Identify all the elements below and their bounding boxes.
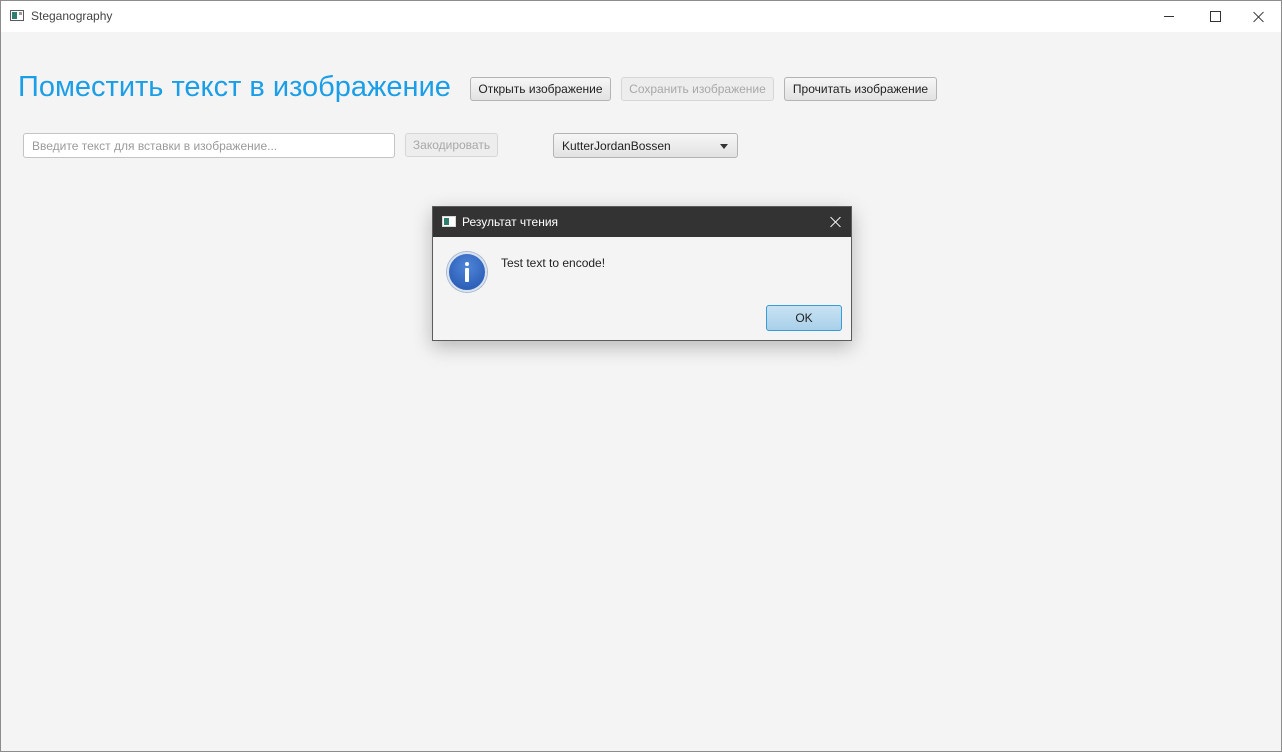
info-icon <box>447 252 487 292</box>
minimize-button[interactable] <box>1146 1 1192 32</box>
dialog-app-icon <box>442 216 456 227</box>
chevron-down-icon <box>720 144 728 149</box>
algorithm-select-value: KutterJordanBossen <box>562 139 671 153</box>
dialog-titlebar[interactable]: Результат чтения <box>433 207 851 237</box>
page-title: Поместить текст в изображение <box>18 71 451 103</box>
ok-button[interactable]: OK <box>766 305 842 331</box>
save-image-button[interactable]: Сохранить изображение <box>621 77 774 101</box>
read-result-dialog: Результат чтения Test text to encode! OK <box>432 206 852 341</box>
maximize-button[interactable] <box>1192 1 1238 32</box>
close-icon <box>1253 11 1265 23</box>
algorithm-select[interactable]: KutterJordanBossen <box>553 133 738 158</box>
read-image-button[interactable]: Прочитать изображение <box>784 77 937 101</box>
text-to-embed-input[interactable] <box>23 133 395 158</box>
window-title: Steganography <box>31 9 113 23</box>
open-image-button[interactable]: Открыть изображение <box>470 77 611 101</box>
info-icon-dot <box>465 262 469 266</box>
window-titlebar[interactable]: Steganography <box>1 1 1281 32</box>
main-window: Steganography Поместить текст в изображе… <box>0 0 1282 752</box>
dialog-close-button[interactable] <box>821 207 851 237</box>
app-icon <box>10 10 24 21</box>
maximize-icon <box>1209 11 1221 22</box>
dialog-title: Результат чтения <box>462 215 559 229</box>
dialog-message: Test text to encode! <box>501 256 606 270</box>
close-button[interactable] <box>1236 1 1282 32</box>
minimize-icon <box>1164 16 1174 17</box>
encode-button[interactable]: Закодировать <box>405 133 498 157</box>
close-icon <box>830 216 842 228</box>
info-icon-bar <box>465 268 469 282</box>
